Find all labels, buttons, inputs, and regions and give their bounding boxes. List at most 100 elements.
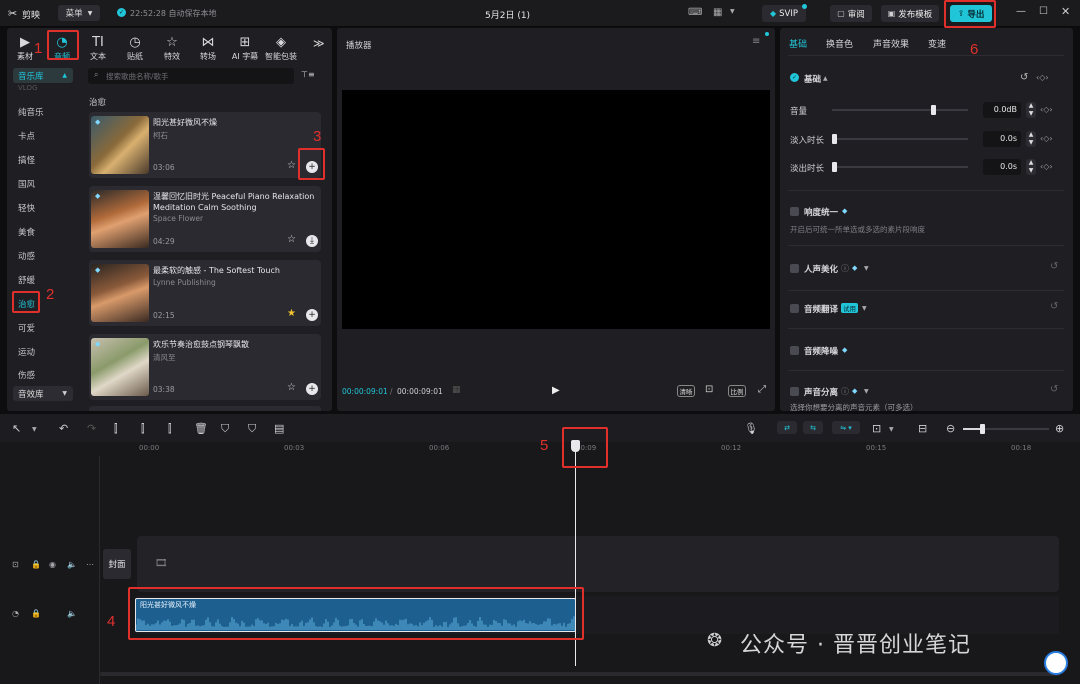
review-button[interactable]: ▢ 审阅: [830, 5, 872, 22]
more-icon[interactable]: ⋯: [86, 560, 94, 569]
sfx-library-dropdown[interactable]: 音效库 ▼: [13, 386, 73, 401]
favorite-icon[interactable]: ☆: [287, 160, 296, 171]
song-card[interactable]: ◆ 温馨回忆旧时光 Peaceful Piano Relaxation Medi…: [89, 186, 321, 252]
player-menu-icon[interactable]: ≡: [752, 36, 760, 47]
music-library-dropdown[interactable]: 音乐库 ▲: [13, 68, 73, 83]
category-item-faded[interactable]: VLOG: [18, 84, 37, 92]
ratio-button[interactable]: 比例: [728, 385, 746, 397]
tab-voice-change[interactable]: 换音色: [826, 37, 853, 50]
layout-dropdown-icon[interactable]: ▼: [730, 8, 735, 15]
song-card[interactable]: ◆ 阳光甚好微风不燥 柯石 03:06 ☆ +: [89, 112, 321, 178]
reset-icon[interactable]: ↺: [1050, 261, 1058, 272]
category-item[interactable]: 轻快: [18, 202, 35, 214]
undo-icon[interactable]: ↶: [59, 422, 68, 435]
zoom-in-icon[interactable]: ⊕: [1055, 422, 1064, 435]
tab-text[interactable]: TI 文本: [81, 28, 115, 68]
keyframe-icon[interactable]: ‹◇›: [1040, 162, 1053, 171]
microphone-icon[interactable]: 🎙: [744, 422, 758, 435]
category-item[interactable]: 国风: [18, 178, 35, 190]
fadein-slider[interactable]: [832, 134, 968, 144]
zoom-slider[interactable]: [963, 424, 1049, 434]
category-item[interactable]: 可爱: [18, 322, 35, 334]
timeline-scrollbar[interactable]: [100, 672, 1060, 676]
category-item[interactable]: 卡点: [18, 130, 35, 142]
cover-button[interactable]: 封面: [103, 549, 131, 579]
eye-icon[interactable]: ◉: [49, 560, 56, 569]
basic-checkbox[interactable]: ✓: [790, 73, 799, 82]
tab-speed[interactable]: 变速: [928, 37, 946, 50]
speaker-icon[interactable]: 🔈: [67, 609, 77, 618]
link-clips-icon[interactable]: ⇄: [777, 421, 797, 434]
delete-icon[interactable]: 🗑: [194, 422, 208, 435]
add-button[interactable]: +: [306, 309, 318, 321]
tab-basic[interactable]: 基础: [789, 37, 807, 50]
keyboard-icon[interactable]: ⌨: [688, 7, 702, 18]
category-item[interactable]: 运动: [18, 346, 35, 358]
info-icon[interactable]: ⓘ: [841, 263, 849, 274]
tab-effects[interactable]: ☆ 特效: [155, 28, 189, 68]
screenshot-icon[interactable]: ⊡: [705, 384, 713, 395]
fadeout-stepper[interactable]: ▲ ▼: [1026, 159, 1036, 175]
audio-translate-checkbox[interactable]: [790, 304, 799, 313]
timecode-grid-icon[interactable]: ▦: [452, 385, 461, 395]
tab-transition[interactable]: ⋈ 转场: [191, 28, 225, 68]
category-item[interactable]: 搞怪: [18, 154, 35, 166]
song-card[interactable]: ◆ 最柔软的触感 - The Softest Touch Lynne Publi…: [89, 260, 321, 326]
minimize-icon[interactable]: —: [1016, 6, 1026, 17]
volume-stepper[interactable]: ▲ ▼: [1026, 102, 1036, 118]
menu-button[interactable]: 菜单 ▼: [58, 5, 100, 21]
fadein-value[interactable]: 0.0s: [983, 131, 1021, 147]
loudness-checkbox[interactable]: [790, 207, 799, 216]
tab-sticker[interactable]: ◷ 贴纸: [118, 28, 152, 68]
category-item[interactable]: 舒缓: [18, 274, 35, 286]
keyframe-icon[interactable]: ‹◇›: [1040, 105, 1053, 114]
fadeout-knob[interactable]: [832, 162, 837, 172]
chevron-down-icon[interactable]: ▼: [864, 265, 869, 272]
speaker-icon[interactable]: 🔈: [67, 560, 77, 569]
chevron-down-icon[interactable]: ▼: [889, 426, 894, 433]
category-item[interactable]: 动感: [18, 250, 35, 262]
preview-axis-icon[interactable]: ⊡: [872, 422, 881, 435]
maximize-icon[interactable]: ☐: [1039, 6, 1048, 17]
favorite-filled-icon[interactable]: ★: [287, 308, 296, 319]
category-item[interactable]: 美食: [18, 226, 35, 238]
video-preview[interactable]: [342, 90, 770, 329]
fit-icon[interactable]: ⊟: [918, 422, 927, 435]
filter-icon[interactable]: ⊤≡: [301, 70, 315, 79]
favorite-icon[interactable]: ☆: [287, 382, 296, 393]
denoise-checkbox[interactable]: [790, 346, 799, 355]
fadein-stepper[interactable]: ▲ ▼: [1026, 131, 1036, 147]
favorite-icon[interactable]: ☆: [287, 234, 296, 245]
add-button[interactable]: +: [306, 383, 318, 395]
crop-icon[interactable]: ▤: [274, 422, 284, 435]
shield-icon[interactable]: ⛉: [248, 422, 256, 436]
lock-icon[interactable]: 🔒: [31, 560, 41, 569]
volume-knob[interactable]: [931, 105, 936, 115]
tab-ai-caption[interactable]: ⊞ AI 字幕: [228, 28, 262, 68]
redo-icon[interactable]: ↷: [87, 422, 96, 435]
voice-separation-checkbox[interactable]: [790, 387, 799, 396]
chevron-up-icon[interactable]: ▲: [823, 75, 828, 82]
split-icon[interactable]: ⫿: [114, 422, 118, 436]
fullscreen-icon[interactable]: ⤢: [758, 384, 766, 395]
volume-slider[interactable]: [832, 105, 968, 115]
publish-template-button[interactable]: ▣ 发布模板: [881, 5, 939, 22]
keyframe-icon[interactable]: ‹◇›: [1040, 134, 1053, 143]
tab-smart-pack[interactable]: ◈ 智能包装: [264, 28, 298, 68]
zoom-out-icon[interactable]: ⊖: [946, 422, 955, 435]
download-button[interactable]: ⤓: [306, 235, 318, 247]
layout-icon[interactable]: ▦: [713, 7, 722, 18]
keyframe-icon[interactable]: ‹◇›: [1036, 73, 1049, 82]
volume-value[interactable]: 0.0dB: [983, 102, 1021, 118]
chevron-down-icon[interactable]: ▼: [32, 426, 37, 433]
reset-icon[interactable]: ↺: [1050, 301, 1058, 312]
magnet-icon[interactable]: ⇆: [803, 421, 823, 434]
category-item[interactable]: 纯音乐: [18, 106, 44, 118]
chevron-down-icon[interactable]: ▼: [862, 305, 867, 312]
play-icon[interactable]: ▶: [552, 385, 560, 396]
mark-icon[interactable]: ⛉: [221, 422, 229, 436]
lock-icon[interactable]: 🔒: [31, 609, 41, 618]
category-item[interactable]: 伤感: [18, 369, 35, 381]
main-video-track[interactable]: 🎞: [137, 536, 1059, 592]
close-icon[interactable]: ✕: [1061, 5, 1070, 18]
